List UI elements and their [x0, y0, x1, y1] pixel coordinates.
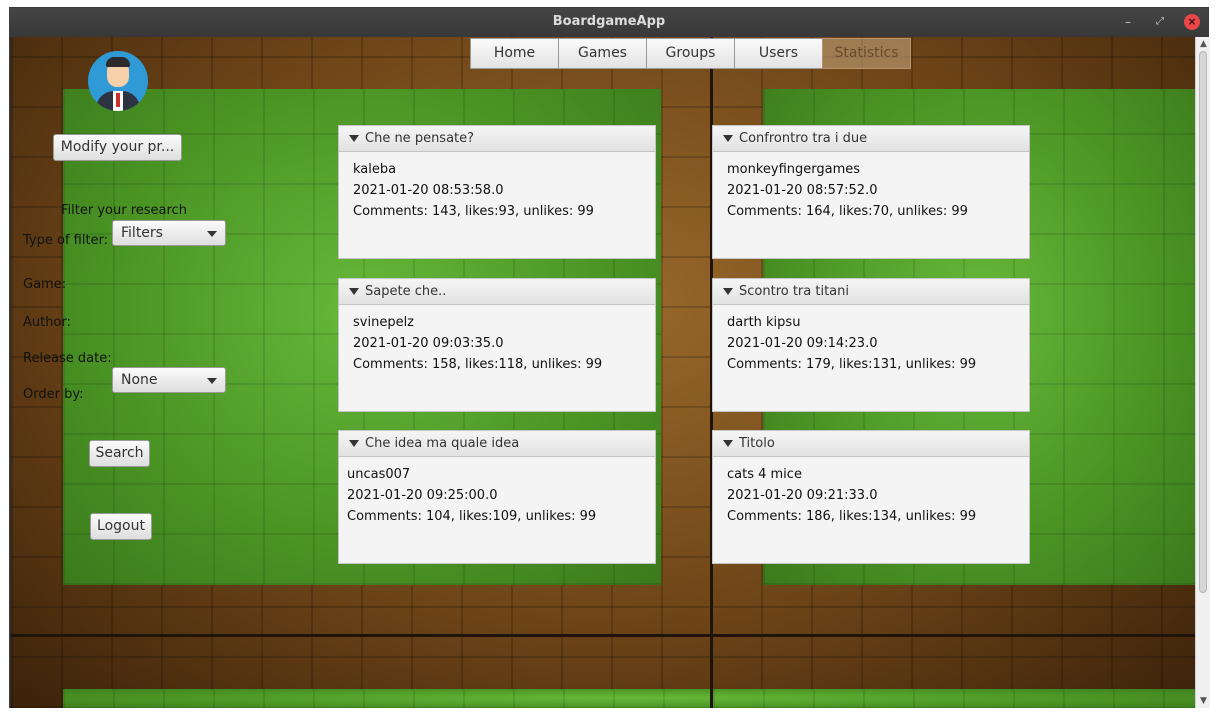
scroll-up-icon[interactable]: ▲	[1196, 38, 1211, 50]
order-by-value: None	[121, 372, 158, 388]
collapse-arrow-icon	[723, 288, 733, 295]
post-title: Che ne pensate?	[365, 131, 475, 146]
minimize-icon[interactable]: –	[1120, 14, 1136, 30]
nav-users-button[interactable]: Users	[734, 38, 823, 69]
logout-button[interactable]: Logout	[90, 513, 152, 540]
post-title: Confrontro tra i due	[739, 131, 868, 146]
post-card[interactable]: Sapete che.. svinepelz 2021-01-20 09:03:…	[338, 278, 656, 412]
nav-games-button[interactable]: Games	[558, 38, 647, 69]
post-title: Titolo	[739, 436, 775, 451]
post-author: darth kipsu	[727, 315, 801, 330]
search-button[interactable]: Search	[89, 440, 150, 467]
chevron-down-icon	[207, 378, 217, 384]
post-card-header[interactable]: Confrontro tra i due	[713, 126, 1029, 152]
scrollbar-thumb[interactable]	[1199, 51, 1207, 593]
nav-groups-button[interactable]: Groups	[646, 38, 735, 69]
felt-background-bottom	[63, 689, 1195, 708]
post-date: 2021-01-20 09:25:00.0	[347, 488, 498, 503]
nav-home-button[interactable]: Home	[470, 38, 559, 69]
type-of-filter-select[interactable]: Filters	[112, 220, 226, 246]
author-label: Author:	[23, 315, 71, 330]
post-date: 2021-01-20 08:53:58.0	[353, 183, 504, 198]
nav-statistics-button[interactable]: Statistics	[822, 38, 911, 69]
collapse-arrow-icon	[723, 440, 733, 447]
post-card[interactable]: Che ne pensate? kaleba 2021-01-20 08:53:…	[338, 125, 656, 259]
post-stats: Comments: 186, likes:134, unlikes: 99	[727, 509, 977, 524]
maximize-icon[interactable]: ⤢	[1152, 14, 1168, 30]
post-date: 2021-01-20 09:21:33.0	[727, 488, 878, 503]
main-content: Home Games Groups Users Statistics Modif…	[11, 37, 1195, 708]
post-stats: Comments: 104, likes:109, unlikes: 99	[347, 509, 597, 524]
collapse-arrow-icon	[349, 288, 359, 295]
filter-heading: Filter your research	[61, 203, 187, 218]
title-bar: BoardgameApp – ⤢ ×	[10, 8, 1208, 37]
post-author: kaleba	[353, 162, 397, 177]
vertical-scrollbar[interactable]: ▲ ▼	[1195, 37, 1210, 708]
post-stats: Comments: 158, likes:118, unlikes: 99	[353, 357, 603, 372]
type-of-filter-label: Type of filter:	[23, 233, 109, 248]
top-nav: Home Games Groups Users Statistics	[470, 38, 911, 69]
post-author: cats 4 mice	[727, 467, 802, 482]
collapse-arrow-icon	[723, 135, 733, 142]
post-stats: Comments: 164, likes:70, unlikes: 99	[727, 204, 968, 219]
post-card[interactable]: Che idea ma quale idea uncas007 2021-01-…	[338, 430, 656, 564]
app-window: BoardgameApp – ⤢ × Home Games Groups Use…	[9, 7, 1210, 708]
post-card[interactable]: Titolo cats 4 mice 2021-01-20 09:21:33.0…	[712, 430, 1030, 564]
post-card-header[interactable]: Sapete che..	[339, 279, 655, 305]
user-avatar-icon	[88, 51, 148, 111]
post-stats: Comments: 143, likes:93, unlikes: 99	[353, 204, 594, 219]
scroll-down-icon[interactable]: ▼	[1196, 695, 1211, 707]
close-icon[interactable]: ×	[1184, 14, 1200, 30]
post-card[interactable]: Confrontro tra i due monkeyfingergames 2…	[712, 125, 1030, 259]
post-card-header[interactable]: Che idea ma quale idea	[339, 431, 655, 457]
release-date-label: Release date:	[23, 351, 112, 366]
board-divider-horizontal	[11, 634, 1195, 637]
collapse-arrow-icon	[349, 135, 359, 142]
post-title: Sapete che..	[365, 284, 447, 299]
collapse-arrow-icon	[349, 440, 359, 447]
post-stats: Comments: 179, likes:131, unlikes: 99	[727, 357, 977, 372]
post-card-header[interactable]: Scontro tra titani	[713, 279, 1029, 305]
game-label: Game:	[23, 277, 67, 292]
post-title: Che idea ma quale idea	[365, 436, 520, 451]
post-card-header[interactable]: Che ne pensate?	[339, 126, 655, 152]
post-author: uncas007	[347, 467, 411, 482]
post-card-header[interactable]: Titolo	[713, 431, 1029, 457]
post-date: 2021-01-20 09:03:35.0	[353, 336, 504, 351]
order-by-select[interactable]: None	[112, 367, 226, 393]
type-of-filter-value: Filters	[121, 225, 163, 241]
order-by-label: Order by:	[23, 387, 84, 402]
post-author: svinepelz	[353, 315, 415, 330]
post-card[interactable]: Scontro tra titani darth kipsu 2021-01-2…	[712, 278, 1030, 412]
modify-profile-button[interactable]: Modify your pr...	[53, 134, 182, 161]
post-date: 2021-01-20 09:14:23.0	[727, 336, 878, 351]
window-title: BoardgameApp	[552, 14, 666, 29]
post-author: monkeyfingergames	[727, 162, 861, 177]
chevron-down-icon	[207, 231, 217, 237]
post-date: 2021-01-20 08:57:52.0	[727, 183, 878, 198]
post-title: Scontro tra titani	[739, 284, 849, 299]
